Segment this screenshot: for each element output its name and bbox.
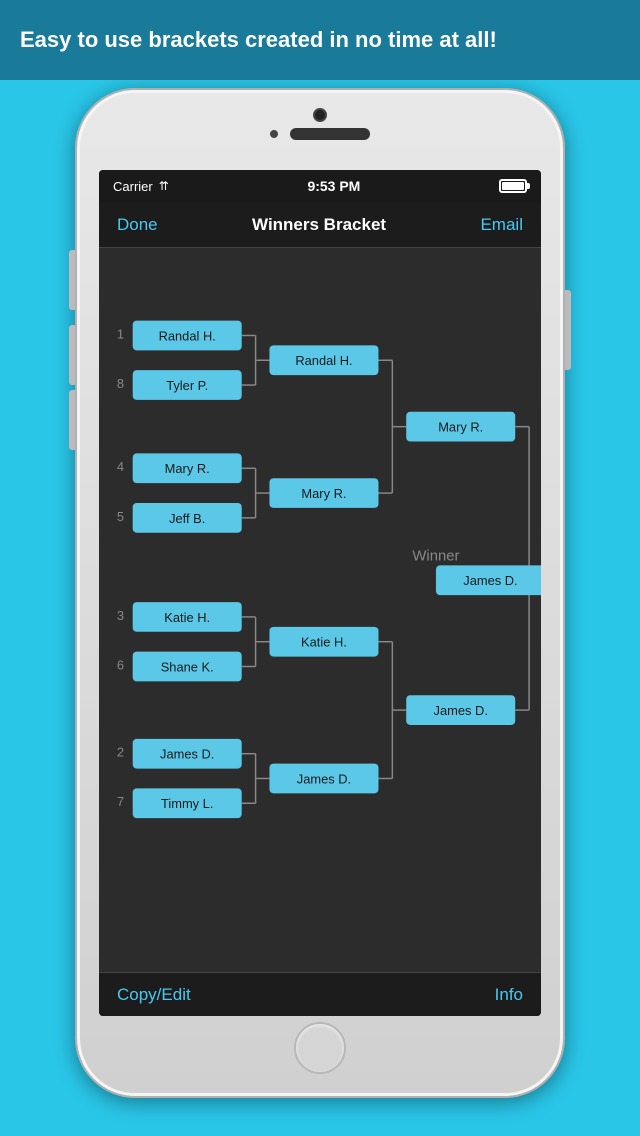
svg-text:8: 8: [117, 376, 124, 391]
battery-fill: [502, 182, 524, 190]
svg-text:1: 1: [117, 326, 124, 341]
svg-text:James D.: James D.: [160, 747, 214, 762]
phone-shell: Carrier ⇈ 9:53 PM Done Winners Bracket E…: [75, 88, 565, 1098]
svg-text:Katie H.: Katie H.: [301, 635, 347, 650]
svg-text:Tyler P.: Tyler P.: [166, 378, 208, 393]
speaker-row: [270, 128, 370, 140]
svg-text:5: 5: [117, 509, 124, 524]
svg-text:Winner: Winner: [412, 548, 459, 564]
home-button[interactable]: [294, 1022, 346, 1074]
email-button[interactable]: Email: [480, 215, 523, 235]
svg-text:Shane K.: Shane K.: [161, 659, 214, 674]
nav-title: Winners Bracket: [252, 215, 386, 235]
bracket-area: 1 8 4 5 3 6 2 7 Randal H. Tyler P. Mary …: [99, 248, 541, 972]
carrier-label: Carrier: [113, 179, 153, 194]
wifi-icon: ⇈: [159, 179, 169, 193]
status-time: 9:53 PM: [307, 178, 360, 194]
phone-top-area: [220, 108, 420, 140]
svg-text:2: 2: [117, 745, 124, 760]
svg-text:Mary R.: Mary R.: [165, 461, 210, 476]
dot: [270, 130, 278, 138]
svg-text:Timmy L.: Timmy L.: [161, 796, 213, 811]
info-button[interactable]: Info: [495, 985, 523, 1005]
svg-text:Randal H.: Randal H.: [295, 353, 352, 368]
camera: [313, 108, 327, 122]
top-banner: Easy to use brackets created in no time …: [0, 0, 640, 80]
svg-text:4: 4: [117, 459, 124, 474]
banner-text: Easy to use brackets created in no time …: [20, 27, 497, 53]
svg-text:Randal H.: Randal H.: [159, 328, 216, 343]
status-left: Carrier ⇈: [113, 179, 169, 194]
screen: Carrier ⇈ 9:53 PM Done Winners Bracket E…: [99, 170, 541, 1016]
done-button[interactable]: Done: [117, 215, 158, 235]
svg-text:Mary R.: Mary R.: [301, 486, 346, 501]
copy-edit-button[interactable]: Copy/Edit: [117, 985, 191, 1005]
svg-text:7: 7: [117, 794, 124, 809]
svg-text:Jeff B.: Jeff B.: [169, 511, 205, 526]
battery-icon: [499, 179, 527, 193]
svg-text:James D.: James D.: [434, 703, 488, 718]
bracket-svg: 1 8 4 5 3 6 2 7 Randal H. Tyler P. Mary …: [99, 248, 541, 972]
svg-text:Mary R.: Mary R.: [438, 420, 483, 435]
svg-text:James D.: James D.: [297, 771, 351, 786]
status-bar: Carrier ⇈ 9:53 PM: [99, 170, 541, 202]
svg-text:6: 6: [117, 657, 124, 672]
nav-bar: Done Winners Bracket Email: [99, 202, 541, 248]
svg-text:3: 3: [117, 608, 124, 623]
speaker: [290, 128, 370, 140]
svg-text:Katie H.: Katie H.: [164, 610, 210, 625]
svg-text:James D.: James D.: [463, 573, 517, 588]
bottom-toolbar: Copy/Edit Info: [99, 972, 541, 1016]
